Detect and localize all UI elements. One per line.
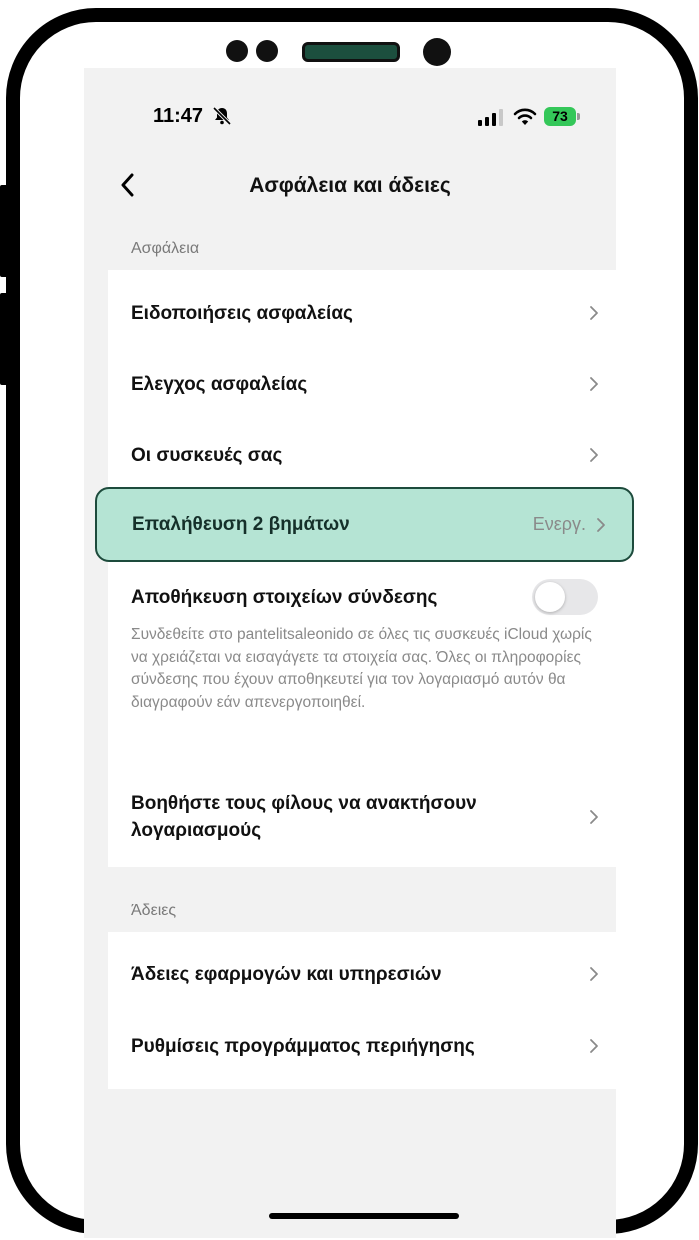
row-security-check[interactable]: Ελεγχος ασφαλείας: [108, 366, 619, 402]
speaker-pill: [302, 42, 400, 62]
status-time: 11:47: [153, 105, 204, 127]
row-browser-settings[interactable]: Ρυθμίσεις προγράμματος περιήγησης: [108, 1028, 619, 1064]
row-label: Ειδοποιήσεις ασφαλείας: [131, 302, 353, 324]
chevron-right-icon: [590, 306, 598, 320]
status-value: Ενεργ.: [532, 514, 586, 534]
security-card: Ειδοποιήσεις ασφαλείας Ελεγχος ασφαλείας…: [108, 270, 619, 867]
row-label: Άδειες εφαρμογών και υπηρεσιών: [131, 963, 442, 985]
row-security-notifications[interactable]: Ειδοποιήσεις ασφαλείας: [108, 295, 619, 331]
row-label: Επαλήθευση 2 βημάτων: [132, 514, 350, 535]
battery-cap: [577, 113, 580, 120]
chevron-right-icon: [597, 517, 605, 532]
side-button: [0, 185, 8, 277]
page-title: Ασφάλεια και άδειες: [249, 174, 451, 197]
save-login-label: Αποθήκευση στοιχείων σύνδεσης: [131, 587, 438, 608]
row-label: Οι συσκευές σας: [131, 444, 283, 466]
chevron-right-icon: [590, 377, 598, 391]
chevron-right-icon: [590, 448, 598, 462]
permissions-card: Άδειες εφαρμογών και υπηρεσιών Ρυθμίσεις…: [108, 932, 619, 1089]
signal-icon: [478, 109, 503, 126]
save-login-toggle[interactable]: [532, 579, 598, 615]
row-app-service-permissions[interactable]: Άδειες εφαρμογών και υπηρεσιών: [108, 956, 619, 992]
chevron-right-icon: [590, 967, 598, 981]
row-label: Ελεγχος ασφαλείας: [131, 373, 308, 395]
row-your-devices[interactable]: Οι συσκευές σας: [108, 437, 619, 473]
row-help-friends-recover[interactable]: Βοηθήστε τους φίλους να ανακτήσουν λογαρ…: [108, 784, 619, 850]
chevron-right-icon: [590, 810, 598, 824]
camera-dot: [423, 38, 451, 66]
chevron-right-icon: [590, 1039, 598, 1053]
section-header-permissions: Άδειες: [131, 902, 177, 919]
side-button: [0, 293, 8, 385]
row-two-step-verification[interactable]: Επαλήθευση 2 βημάτων Ενεργ.: [95, 487, 634, 562]
save-login-description: Συνδεθείτε στο pantelitsaleonido σε όλες…: [131, 626, 592, 711]
camera-dot: [226, 40, 248, 62]
row-label: Ρυθμίσεις προγράμματος περιήγησης: [131, 1035, 475, 1057]
battery-icon: 73: [544, 107, 576, 126]
section-header-security: Ασφάλεια: [131, 240, 200, 257]
camera-dot: [256, 40, 278, 62]
toggle-knob: [535, 582, 565, 612]
bell-slash-icon: [212, 106, 232, 126]
row-label: Βοηθήστε τους φίλους να ανακτήσουν λογαρ…: [131, 793, 477, 841]
home-indicator: [269, 1213, 459, 1219]
wifi-icon: [513, 108, 537, 125]
